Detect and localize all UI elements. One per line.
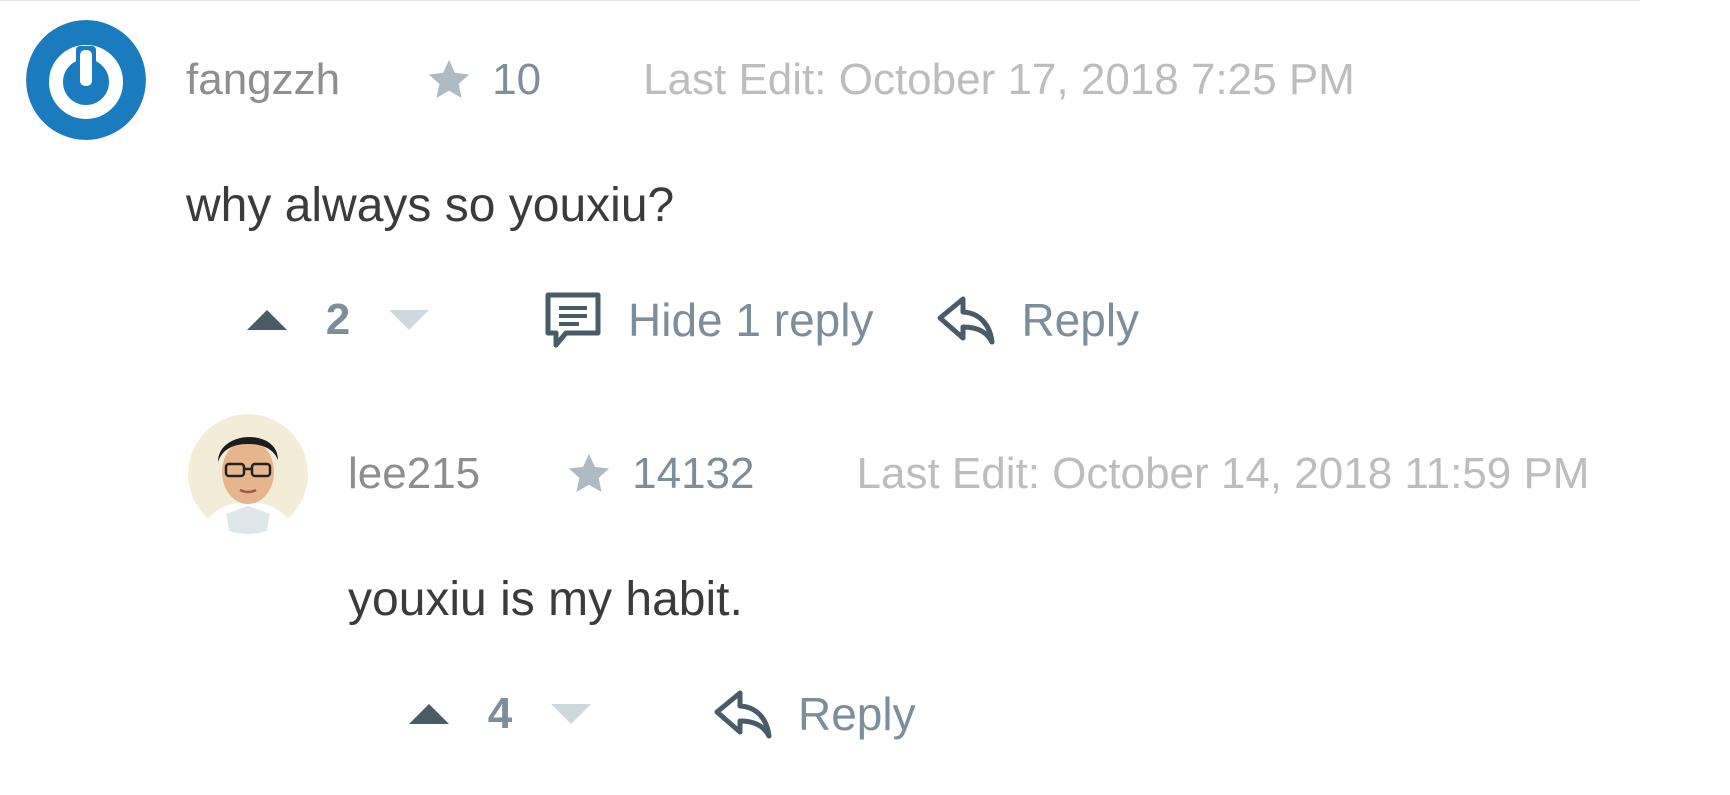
upvote-button[interactable] (244, 306, 290, 334)
vote-count: 4 (487, 689, 513, 738)
comment-body: youxiu is my habit. (348, 573, 743, 626)
comment-meta: fangzzh 10 Last Edit: October 17, 2018 7… (186, 55, 1355, 104)
toggle-replies-label: Hide 1 reply (628, 294, 874, 346)
reply-icon (937, 296, 995, 345)
username[interactable]: fangzzh (186, 55, 340, 105)
star-icon (428, 59, 470, 99)
comment-actions: 2 Hide 1 reply Reply (244, 290, 1139, 350)
triangle-down-icon (389, 310, 429, 330)
downvote-button[interactable] (548, 700, 594, 728)
last-edit-timestamp: Last Edit: October 14, 2018 11:59 PM (856, 449, 1590, 498)
triangle-up-icon (247, 310, 287, 330)
comment-actions: 4 Reply (406, 684, 916, 744)
comment-body: why always so youxiu? (186, 179, 675, 232)
user-photo-icon (188, 414, 308, 534)
top-divider (0, 0, 1640, 1)
reply-button[interactable]: Reply (712, 686, 916, 742)
triangle-up-icon (409, 704, 449, 724)
triangle-down-icon (551, 704, 591, 724)
reply-icon (714, 690, 772, 739)
upvote-button[interactable] (406, 700, 452, 728)
avatar[interactable] (188, 414, 308, 534)
reputation-value: 10 (492, 55, 542, 104)
reputation: 10 (426, 55, 541, 105)
comment-meta: lee215 14132 Last Edit: October 14, 2018… (348, 449, 1589, 498)
reputation-value: 14132 (632, 449, 755, 498)
comment-icon (545, 292, 601, 348)
star-icon (569, 453, 610, 493)
reply-button[interactable]: Reply (935, 292, 1139, 348)
last-edit-timestamp: Last Edit: October 17, 2018 7:25 PM (643, 55, 1355, 104)
reply-label: Reply (1021, 294, 1140, 346)
power-icon (26, 20, 146, 140)
vote-count: 2 (325, 295, 351, 344)
reply-label: Reply (798, 688, 916, 740)
username[interactable]: lee215 (348, 449, 480, 499)
reputation: 14132 (566, 449, 755, 499)
toggle-replies-button[interactable]: Hide 1 reply (542, 289, 873, 351)
avatar[interactable] (26, 20, 146, 140)
downvote-button[interactable] (386, 306, 432, 334)
